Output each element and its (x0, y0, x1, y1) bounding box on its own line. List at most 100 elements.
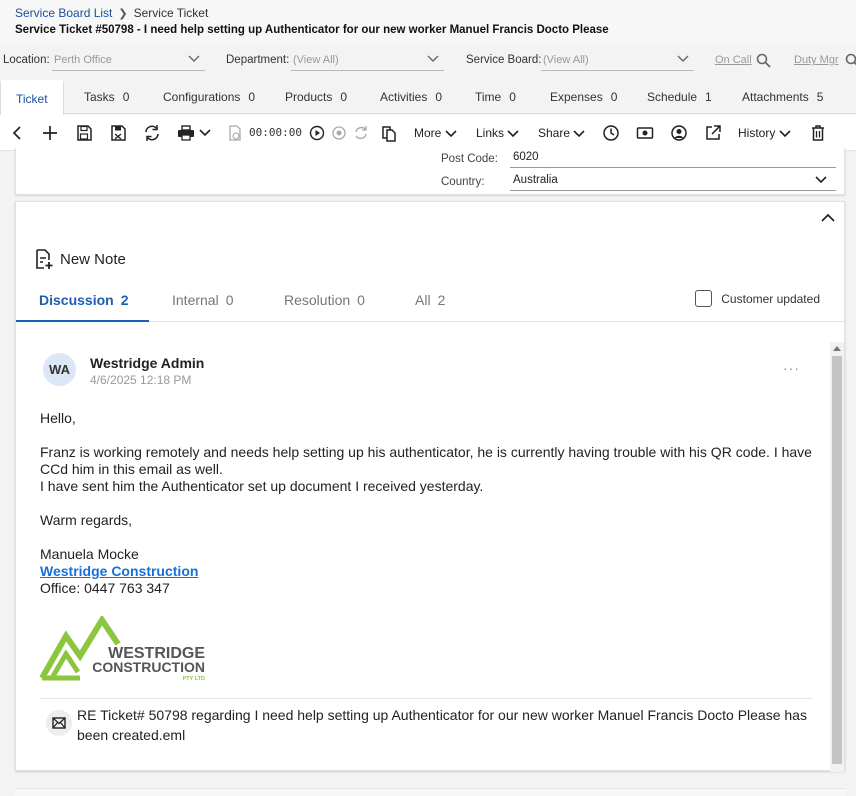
postcode-value: 6020 (513, 151, 539, 163)
country-label: Country: (441, 176, 485, 188)
service-board-select[interactable]: (View All) (541, 50, 694, 71)
delete-button[interactable] (809, 124, 827, 142)
location-value: Perth Office (54, 54, 112, 66)
new-note-button[interactable]: New Note (34, 248, 126, 270)
time-entry-button[interactable] (226, 124, 244, 142)
tab-configurations[interactable]: Configurations 0 (163, 80, 255, 114)
chevron-up-icon[interactable] (820, 210, 836, 226)
chevron-down-icon (507, 130, 519, 137)
time-button[interactable] (602, 124, 620, 142)
expense-button[interactable] (636, 124, 654, 142)
timer-stop-button[interactable] (330, 124, 348, 142)
save-icon (77, 125, 92, 141)
timer-reset-button[interactable] (352, 124, 370, 142)
add-button[interactable] (41, 124, 59, 142)
tab-ticket[interactable]: Ticket (0, 80, 64, 115)
tab-label: Discussion (39, 292, 114, 308)
attachment-filename[interactable]: RE Ticket# 50798 regarding I need help s… (77, 705, 817, 745)
breadcrumb-service-board-list[interactable]: Service Board List (15, 6, 112, 20)
open-external-button[interactable] (704, 124, 722, 142)
postcode-field[interactable]: 6020 (510, 148, 836, 168)
tab-label: Configurations (163, 90, 241, 104)
tab-count: 0 (340, 90, 348, 104)
history-menu[interactable]: History (738, 126, 791, 140)
note-paragraph: Franz is working remotely and needs help… (40, 444, 812, 477)
tab-schedule[interactable]: Schedule 1 (647, 80, 712, 114)
tab-count: 0 (225, 292, 234, 308)
tab-label: Attachments (742, 90, 809, 104)
address-panel: Post Code: 6020 Country: Australia (15, 148, 845, 195)
user-circle-icon (671, 125, 687, 141)
tab-activities[interactable]: Activities 0 (380, 80, 442, 114)
note-add-icon (36, 249, 53, 269)
tab-tasks[interactable]: Tasks 0 (84, 80, 129, 114)
ticket-tabs: Ticket Tasks 0 Configurations 0 Products 0 … (0, 80, 856, 115)
email-attachment-icon[interactable] (46, 710, 72, 736)
chevron-down-icon (573, 130, 585, 137)
tab-label: Resolution (284, 292, 351, 308)
department-value: (View All) (293, 54, 339, 66)
duty-mgr-link[interactable]: Duty Mgr (794, 54, 839, 66)
scrollbar-thumb[interactable] (832, 356, 842, 764)
reset-icon (355, 126, 367, 140)
new-note-label: New Note (60, 250, 126, 268)
history-label: History (738, 126, 776, 140)
notes-panel: New Note Discussion 2 Internal 0 Resolutio… (15, 201, 845, 772)
external-link-icon (706, 125, 721, 140)
chevron-down-icon (677, 55, 689, 62)
chevron-down-icon (427, 55, 439, 62)
customer-updated-checkbox[interactable]: Customer updated (695, 290, 820, 307)
chevron-left-icon (12, 126, 21, 140)
company-link[interactable]: Westridge Construction (40, 563, 198, 579)
back-button[interactable] (9, 124, 27, 142)
filter-bar: Location: Perth Office Department: (View… (0, 50, 856, 72)
tab-count: 0 (122, 90, 130, 104)
note-office-phone: Office: 0447 763 347 (40, 580, 170, 596)
tab-count: 2 (437, 292, 446, 308)
more-menu[interactable]: More (414, 126, 457, 140)
logo-text-construction: CONSTRUCTION (92, 659, 205, 675)
more-label: More (414, 126, 442, 140)
location-select[interactable]: Perth Office (52, 50, 205, 71)
document-clock-icon (229, 125, 241, 141)
tab-time[interactable]: Time 0 (475, 80, 516, 114)
tab-discussion[interactable]: Discussion 2 (39, 292, 129, 308)
refresh-icon (145, 125, 159, 141)
department-select[interactable]: (View All) (291, 50, 444, 71)
scroll-up-arrow-icon[interactable] (833, 346, 841, 351)
copy-button[interactable] (380, 124, 398, 142)
on-call-link[interactable]: On Call (715, 54, 752, 66)
search-icon[interactable] (845, 53, 856, 68)
print-button[interactable] (177, 124, 213, 142)
stop-icon (332, 126, 346, 140)
save-button[interactable] (75, 124, 93, 142)
tab-internal[interactable]: Internal 0 (172, 292, 234, 308)
refresh-button[interactable] (143, 124, 161, 142)
save-close-icon (111, 125, 126, 141)
scrollbar[interactable] (830, 342, 844, 772)
money-icon (636, 127, 654, 139)
page-header: Service Board List ❯ Service Ticket Serv… (0, 0, 856, 44)
country-select[interactable]: Australia (510, 171, 836, 191)
search-icon[interactable] (756, 53, 771, 68)
tab-products[interactable]: Products 0 (285, 80, 347, 114)
more-options-icon[interactable]: ··· (783, 360, 800, 376)
tab-count: 0 (357, 292, 365, 308)
links-menu[interactable]: Links (476, 126, 519, 140)
timer-play-button[interactable] (308, 124, 326, 142)
tab-expenses[interactable]: Expenses 0 (550, 80, 617, 114)
note-item: WA Westridge Admin 4/6/2025 12:18 PM ···… (16, 342, 828, 772)
chevron-down-icon (779, 130, 791, 137)
tab-count: 0 (610, 90, 618, 104)
tab-attachments[interactable]: Attachments 5 (742, 80, 823, 114)
save-close-button[interactable] (109, 124, 127, 142)
tab-resolution[interactable]: Resolution 0 (284, 292, 365, 308)
tab-label: Tasks (84, 90, 115, 104)
tab-count: 0 (248, 90, 256, 104)
contact-button[interactable] (670, 124, 688, 142)
tab-all[interactable]: All 2 (415, 292, 445, 308)
note-greeting: Hello, (40, 410, 76, 426)
share-menu[interactable]: Share (538, 126, 585, 140)
customer-updated-label: Customer updated (721, 291, 820, 306)
share-label: Share (538, 126, 571, 140)
